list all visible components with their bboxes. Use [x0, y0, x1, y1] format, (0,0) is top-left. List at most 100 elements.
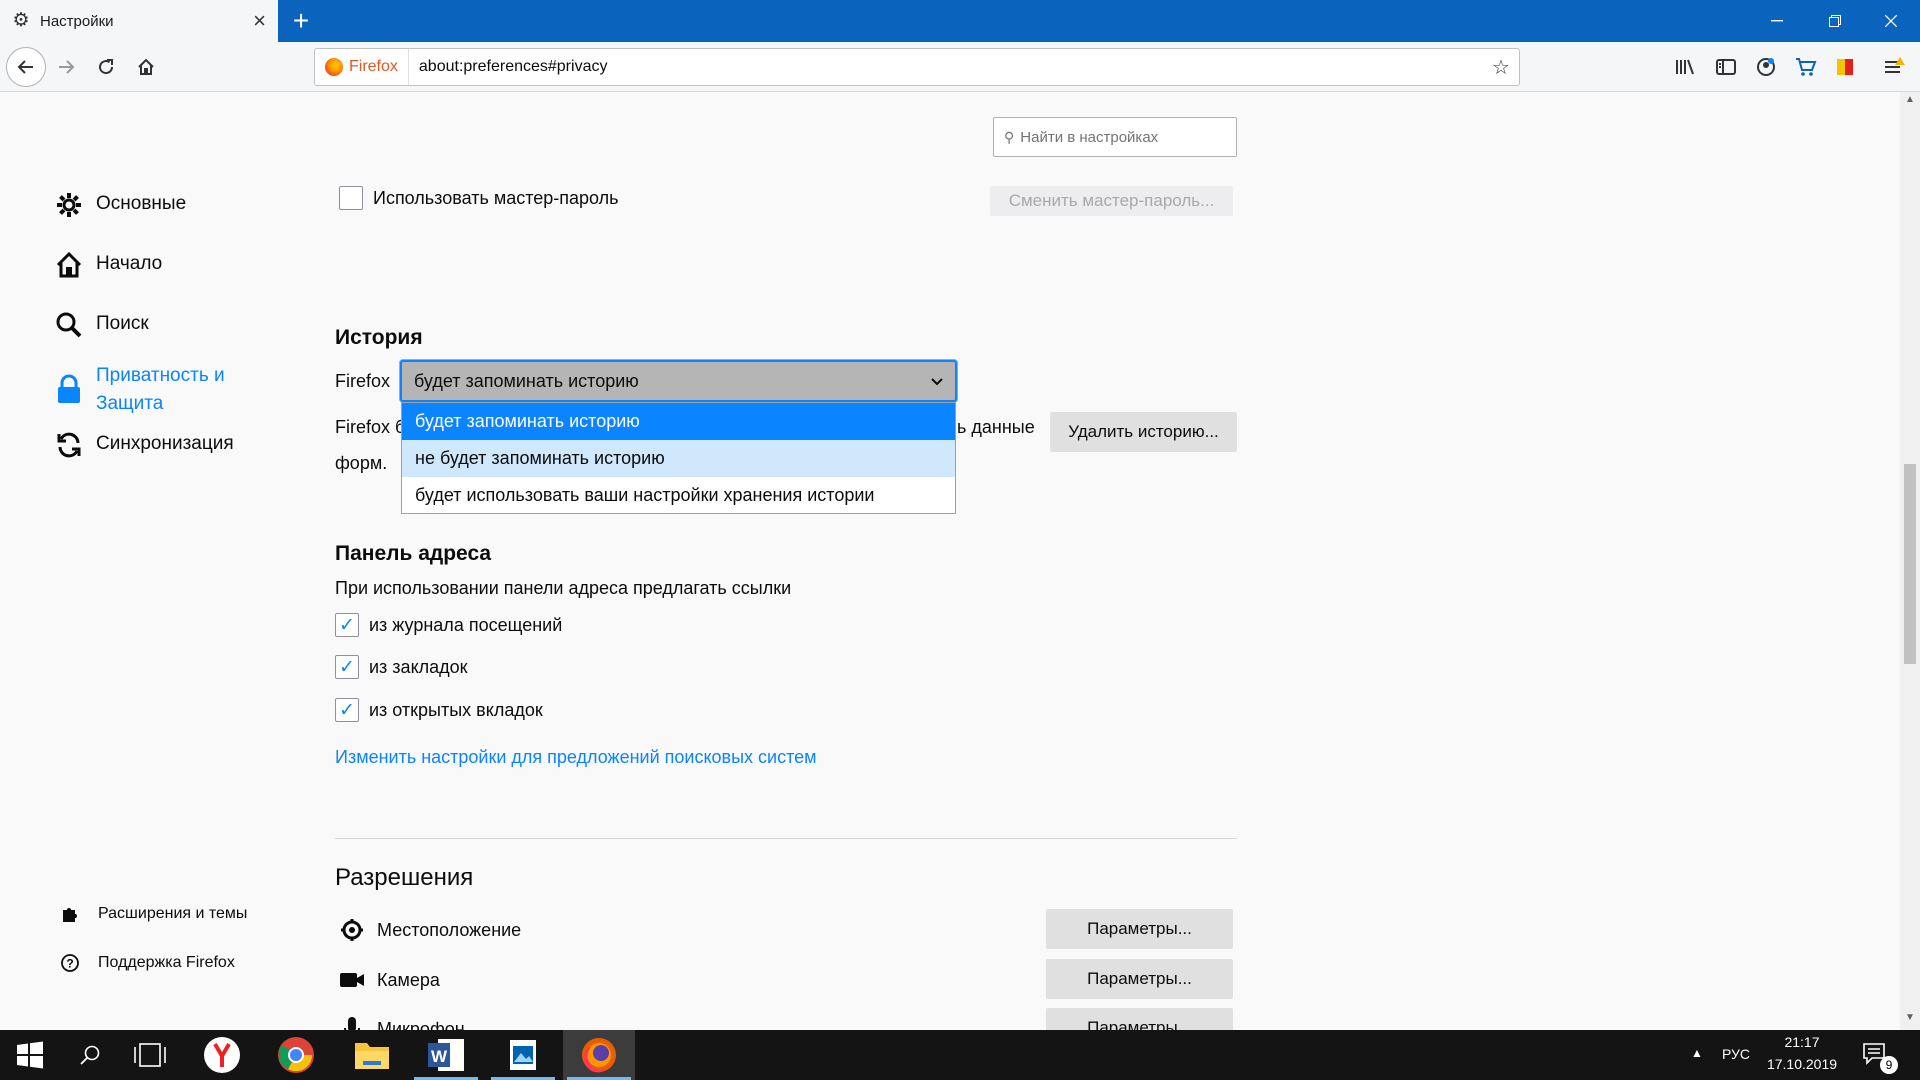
scroll-down-icon[interactable]: ▼: [1900, 1012, 1920, 1028]
taskbar-chrome[interactable]: [260, 1030, 332, 1080]
taskbar-file-explorer[interactable]: [336, 1030, 408, 1080]
search-input[interactable]: ⚲ Найти в настройках: [993, 117, 1237, 157]
scrollbar-thumb[interactable]: [1904, 464, 1916, 664]
search-icon: [80, 1045, 100, 1065]
microphone-settings-button[interactable]: Параметры...: [1046, 1008, 1233, 1030]
sidebar-item-addons[interactable]: Расширения и темы: [58, 902, 247, 926]
url-text[interactable]: about:preferences#privacy: [409, 58, 1483, 76]
close-icon[interactable]: ×: [253, 10, 266, 32]
sidebar-item-search[interactable]: Поиск: [54, 310, 149, 340]
identity-label: Firefox: [349, 58, 398, 75]
clear-history-button[interactable]: Удалить историю...: [1050, 412, 1237, 452]
permission-label: Микрофон: [377, 1018, 465, 1031]
restore-icon: [1829, 15, 1841, 27]
suggest-bookmarks-label: из закладок: [369, 656, 468, 677]
taskbar-photos[interactable]: [487, 1030, 559, 1080]
folder-icon: [355, 1043, 389, 1069]
search-icon: [54, 310, 84, 340]
forward-arrow-icon: [59, 60, 75, 74]
suggest-open-tabs-row: ✓ из открытых вкладок: [335, 698, 543, 722]
task-view-button[interactable]: [120, 1030, 180, 1080]
suggest-bookmarks-checkbox[interactable]: ✓: [335, 655, 359, 679]
menu-icon[interactable]: [1880, 53, 1908, 81]
master-password-row: Использовать мастер-пароль: [339, 186, 619, 210]
cart-icon[interactable]: [1792, 53, 1820, 81]
sidebar-item-general[interactable]: Основные: [54, 190, 186, 220]
chevron-down-icon: [931, 373, 943, 389]
new-tab-button[interactable]: +: [284, 4, 318, 38]
home-icon: [138, 58, 154, 75]
suggest-open-tabs-label: из открытых вкладок: [369, 699, 543, 720]
flag-extension-icon[interactable]: [1832, 53, 1860, 81]
windows-taskbar: W ▲ РУС 21:17 17.10.2019 9: [0, 1030, 1920, 1080]
sidebar-icon[interactable]: [1712, 53, 1740, 81]
suggest-bookmarks-row: ✓ из закладок: [335, 655, 468, 679]
camera-icon: [339, 967, 365, 993]
windows-logo-icon: [17, 1041, 43, 1069]
microphone-icon: [339, 1016, 365, 1030]
tab-title: Настройки: [40, 12, 114, 30]
search-suggestions-link[interactable]: Изменить настройки для предложений поиск…: [335, 747, 817, 768]
change-master-password-button[interactable]: Сменить мастер-пароль...: [990, 186, 1233, 216]
history-mode-dropdown: будет запоминать историю не будет запоми…: [401, 402, 956, 514]
sidebar-item-privacy[interactable]: Приватность и Защита: [54, 362, 256, 418]
sidebar-item-label: Приватность и Защита: [96, 365, 225, 414]
photos-icon: [510, 1040, 536, 1070]
library-icon[interactable]: [1672, 53, 1700, 81]
suggest-history-row: ✓ из журнала посещений: [335, 613, 562, 637]
svg-text:W: W: [431, 1047, 448, 1066]
tab-strip: ⚙ Настройки × +: [0, 0, 1920, 42]
location-settings-button[interactable]: Параметры...: [1046, 909, 1233, 949]
home-button[interactable]: [128, 49, 164, 85]
sidebar-item-home[interactable]: Начало: [54, 250, 162, 280]
restore-button[interactable]: [1806, 0, 1864, 42]
action-center-button[interactable]: 9: [1846, 1030, 1906, 1080]
history-mode-select[interactable]: будет запоминать историю: [400, 360, 957, 402]
scroll-up-icon[interactable]: ▲: [1900, 94, 1920, 110]
identity-box[interactable]: Firefox: [315, 49, 409, 85]
history-heading: История: [335, 326, 423, 349]
reload-button[interactable]: [88, 49, 124, 85]
help-icon: ?: [58, 951, 82, 975]
back-button[interactable]: [6, 47, 46, 87]
master-password-checkbox[interactable]: [339, 186, 363, 210]
suggest-open-tabs-checkbox[interactable]: ✓: [335, 698, 359, 722]
yandex-browser-icon: [204, 1037, 240, 1073]
clock-time[interactable]: 21:17: [1754, 1034, 1850, 1050]
url-bar[interactable]: Firefox about:preferences#privacy ☆: [314, 48, 1520, 86]
window-close-button[interactable]: [1862, 0, 1920, 42]
forward-button[interactable]: [48, 49, 84, 85]
account-icon[interactable]: [1752, 53, 1780, 81]
taskbar-firefox[interactable]: [563, 1030, 635, 1080]
history-option-custom[interactable]: будет использовать ваши настройки хранен…: [402, 477, 955, 514]
puzzle-icon: [58, 902, 82, 926]
permission-row-location: Местоположение: [339, 917, 521, 943]
input-language[interactable]: РУС: [1716, 1046, 1756, 1062]
permission-label: Местоположение: [377, 919, 522, 940]
vertical-scrollbar[interactable]: ▲ ▼: [1900, 92, 1920, 1030]
search-placeholder: Найти в настройках: [1020, 128, 1159, 146]
taskbar-search-button[interactable]: [60, 1030, 120, 1080]
sidebar-item-sync[interactable]: Синхронизация: [54, 430, 234, 460]
show-hidden-icons[interactable]: ▲: [1682, 1046, 1712, 1060]
bookmark-star-icon[interactable]: ☆: [1483, 49, 1519, 85]
firefox-icon: [582, 1038, 616, 1073]
history-option-never[interactable]: не будет запоминать историю: [402, 440, 955, 477]
history-option-remember[interactable]: будет запоминать историю: [402, 403, 955, 440]
taskbar-yandex-browser[interactable]: [186, 1030, 258, 1080]
minimize-button[interactable]: [1748, 0, 1806, 42]
tab-settings[interactable]: ⚙ Настройки ×: [0, 0, 278, 42]
camera-settings-button[interactable]: Параметры...: [1046, 959, 1233, 999]
history-description-line2: форм.: [335, 453, 388, 473]
history-mode-value: будет запоминать историю: [414, 370, 639, 391]
sidebar-item-label: Поиск: [96, 313, 149, 334]
word-icon: W: [428, 1039, 464, 1071]
taskbar-word[interactable]: W: [410, 1030, 482, 1080]
clock-date[interactable]: 17.10.2019: [1754, 1056, 1850, 1072]
start-button[interactable]: [0, 1030, 60, 1080]
permission-row-camera: Камера: [339, 967, 440, 993]
suggest-history-checkbox[interactable]: ✓: [335, 613, 359, 637]
history-description-start: Firefox б: [335, 417, 406, 437]
sidebar-item-support[interactable]: ? Поддержка Firefox: [58, 951, 235, 975]
task-view-icon: [134, 1043, 166, 1067]
